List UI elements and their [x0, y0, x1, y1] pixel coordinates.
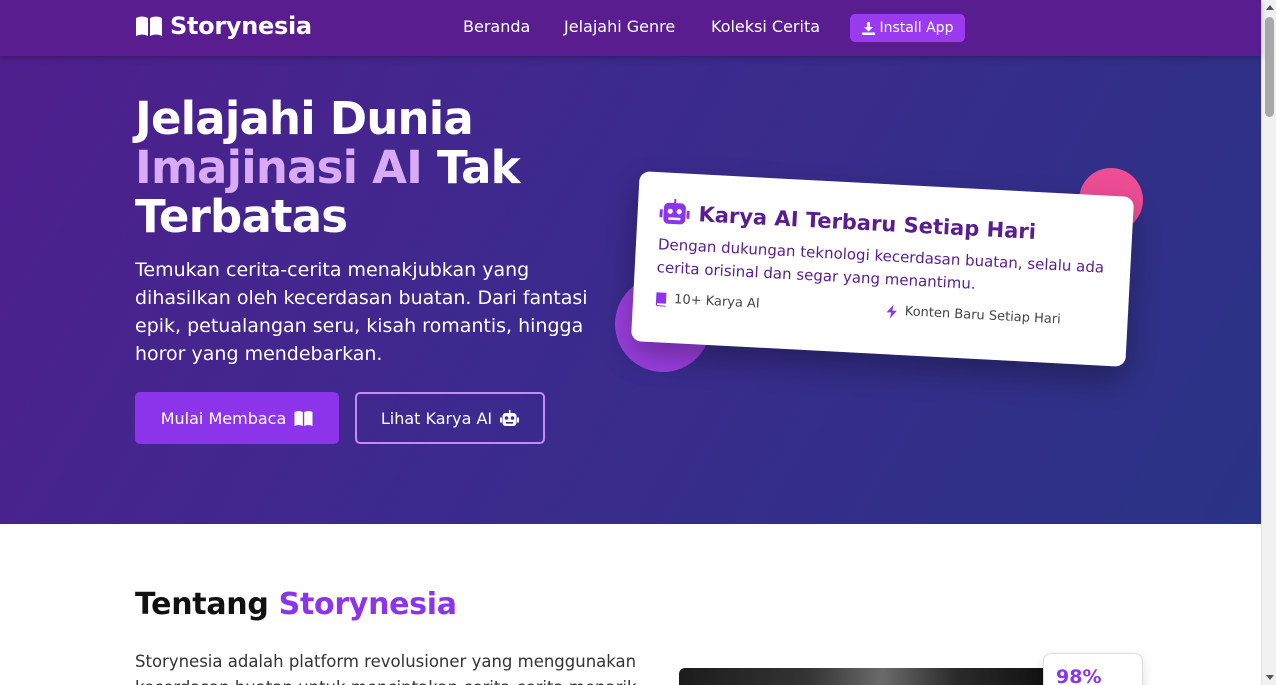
scroll-down-arrow-icon[interactable] — [1266, 675, 1274, 680]
about-image — [679, 668, 1049, 685]
book-open-icon — [294, 410, 313, 426]
about-title-accent: Storynesia — [278, 587, 457, 622]
start-reading-label: Mulai Membaca — [160, 408, 287, 428]
stat-daily-content-label: Konten Baru Setiap Hari — [904, 304, 1062, 328]
brand-logo[interactable]: Storynesia — [135, 12, 312, 40]
hero-title-accent: Imajinasi AI — [135, 141, 423, 194]
ai-feature-card: Karya AI Terbaru Setiap Hari Dengan duku… — [630, 171, 1135, 367]
brand-name: Storynesia — [170, 12, 312, 40]
nav-link-beranda[interactable]: Beranda — [463, 17, 530, 36]
robot-icon — [500, 409, 520, 426]
book-open-icon — [136, 16, 162, 36]
about-text: Storynesia adalah platform revolusioner … — [135, 652, 637, 685]
book-icon — [655, 291, 667, 307]
hero-title-rest: Tak — [422, 141, 521, 194]
stat-value: 98% — [1056, 666, 1102, 685]
about-title: Tentang Storynesia — [135, 587, 457, 622]
vertical-scrollbar[interactable] — [1261, 0, 1276, 685]
stat-ai-works: 10+ Karya AI — [655, 291, 761, 312]
bolt-icon — [886, 304, 897, 318]
hero-section: Jelajahi Dunia Imajinasi AI Tak Terbatas… — [0, 56, 1261, 524]
hero-title-line: Terbatas — [135, 190, 348, 243]
stat-card: 98% — [1043, 653, 1143, 685]
navbar: Storynesia Beranda Jelajahi Genre Koleks… — [0, 0, 1261, 56]
view-ai-works-button[interactable]: Lihat Karya AI — [355, 392, 545, 444]
install-app-label: Install App — [879, 20, 954, 36]
hero-title-line: Imajinasi AI Tak — [135, 141, 521, 194]
install-app-button[interactable]: Install App — [850, 14, 965, 42]
hero-title: Jelajahi Dunia Imajinasi AI Tak Terbatas — [135, 92, 521, 243]
scroll-up-arrow-icon[interactable] — [1266, 5, 1274, 10]
about-title-prefix: Tentang — [135, 587, 279, 622]
hero-title-line: Jelajahi Dunia — [135, 92, 474, 145]
nav-link-koleksi-cerita[interactable]: Koleksi Cerita — [711, 17, 820, 36]
download-icon — [861, 21, 875, 35]
hero-description: Temukan cerita-cerita menakjubkan yang d… — [135, 259, 588, 365]
stat-daily-content: Konten Baru Setiap Hari — [885, 303, 1061, 327]
stat-ai-works-label: 10+ Karya AI — [673, 292, 761, 312]
robot-icon — [659, 199, 690, 225]
start-reading-button[interactable]: Mulai Membaca — [135, 392, 339, 444]
nav-link-jelajahi-genre[interactable]: Jelajahi Genre — [564, 17, 675, 36]
scroll-thumb[interactable] — [1265, 17, 1274, 117]
view-ai-works-label: Lihat Karya AI — [380, 408, 493, 428]
